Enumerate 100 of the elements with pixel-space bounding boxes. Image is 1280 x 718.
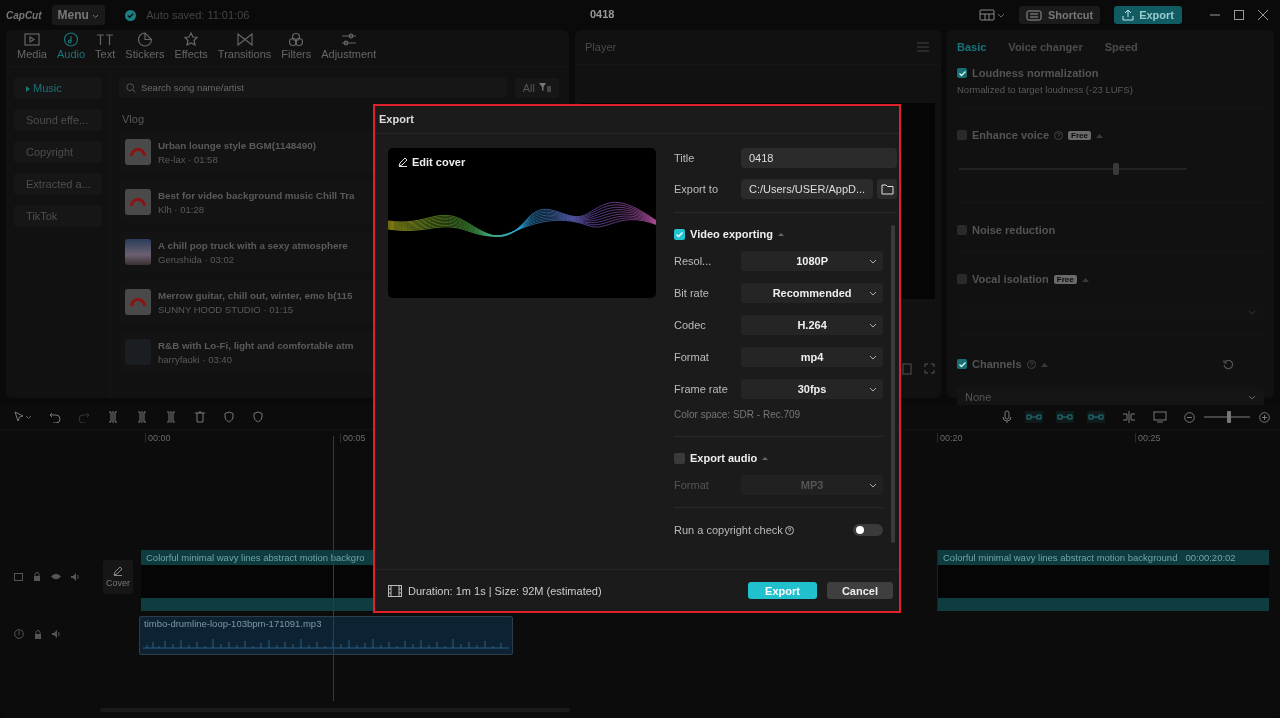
keyboard-icon <box>1025 9 1042 21</box>
properties-tab[interactable]: Speed <box>1104 41 1138 53</box>
setting-label: Frame rate <box>674 383 729 395</box>
preview-icon[interactable] <box>1153 411 1167 423</box>
speaker-icon[interactable] <box>71 572 80 581</box>
text-field[interactable]: 0418 <box>741 148 898 168</box>
checkbox[interactable] <box>957 225 967 235</box>
sidebar-item[interactable]: Copyright <box>14 141 102 163</box>
maximize-icon[interactable] <box>1234 10 1244 20</box>
track-title: A chill pop truck with a sexy atmosphere <box>158 239 348 251</box>
library-tab[interactable]: Effects <box>169 32 213 66</box>
folder-button[interactable] <box>877 179 898 199</box>
zoom-thumb[interactable] <box>1227 411 1232 423</box>
shortcut-button[interactable]: Shortcut <box>1018 6 1101 24</box>
zoom-out-icon[interactable] <box>1184 411 1195 423</box>
dropdown[interactable]: mp4 <box>741 347 884 367</box>
audio-clip[interactable]: timbo-drumline-loop-103bpm-171091.mp3 <box>139 616 513 655</box>
dropdown[interactable]: 1080P <box>741 251 884 271</box>
properties-tab[interactable]: Basic <box>957 41 987 53</box>
dropdown[interactable]: 30fps <box>741 379 884 399</box>
lock-icon[interactable] <box>34 629 42 639</box>
library-tab[interactable]: Text <box>90 32 121 66</box>
speaker-icon[interactable] <box>52 630 61 638</box>
dropdown[interactable]: Recommended <box>741 283 884 303</box>
checkbox[interactable] <box>957 274 967 284</box>
link-icon[interactable] <box>1087 411 1105 423</box>
library-tab[interactable]: Filters <box>276 32 317 66</box>
chevron-down-icon <box>869 482 878 488</box>
track-meta: Re-lax · 01:58 <box>158 153 219 165</box>
split-icon[interactable] <box>136 411 148 423</box>
lock-icon[interactable] <box>33 572 41 581</box>
text-field[interactable]: C:/Users/USER/AppD... <box>741 179 874 199</box>
fullscreen-icon[interactable] <box>924 363 935 374</box>
checkbox[interactable] <box>957 359 967 369</box>
chevron-down-icon <box>1248 394 1256 400</box>
sidebar-item[interactable]: Sound effe... <box>14 109 102 131</box>
dropdown[interactable]: H.264 <box>741 315 884 335</box>
checkbox[interactable] <box>957 130 967 140</box>
pencil-icon <box>398 157 408 167</box>
split-icon[interactable] <box>107 411 119 423</box>
text-icon <box>96 32 115 47</box>
shield-icon[interactable] <box>223 411 235 423</box>
slider-thumb[interactable] <box>1113 163 1120 175</box>
split-icon[interactable] <box>165 411 177 423</box>
split-view-icon[interactable] <box>1122 411 1136 423</box>
library-tab[interactable]: Stickers <box>120 32 170 66</box>
caret-icon[interactable] <box>1095 132 1103 138</box>
help-icon[interactable] <box>784 525 794 535</box>
checkbox[interactable] <box>674 452 685 464</box>
video-clip[interactable]: Colorful minimal wavy lines abstract motion background 00:00:20:02 <box>937 550 1269 611</box>
pointer-icon[interactable] <box>14 411 32 423</box>
library-tab[interactable]: Adjustment <box>316 32 382 66</box>
edit-cover-button[interactable]: Edit cover <box>398 156 466 168</box>
eye-icon[interactable] <box>51 573 61 580</box>
library-tab[interactable]: Audio <box>51 32 91 66</box>
toggle-switch[interactable] <box>853 524 884 536</box>
cover-button[interactable]: Cover <box>103 560 133 594</box>
film-icon <box>388 584 402 597</box>
properties-tab[interactable]: Voice changer <box>1008 41 1083 53</box>
search-field[interactable]: Search song name/artist <box>119 77 507 98</box>
track-title: R&B with Lo-Fi, light and comfortable atm <box>158 339 354 351</box>
folder-icon <box>880 183 894 195</box>
export-button[interactable]: Export <box>1114 6 1182 24</box>
sidebar-item[interactable]: Music <box>14 77 102 99</box>
redo-icon[interactable] <box>78 411 90 423</box>
dialog-title: Export <box>375 106 899 134</box>
microphone-icon[interactable] <box>1002 410 1012 424</box>
close-icon[interactable] <box>1258 10 1268 20</box>
filter-button[interactable]: All <box>514 77 559 98</box>
export-button[interactable]: Export <box>748 582 817 599</box>
library-tab[interactable]: Media <box>12 32 52 66</box>
autosave-status: Auto saved: 11:01:06 <box>146 9 250 21</box>
caret-icon[interactable] <box>1081 276 1089 282</box>
cancel-button[interactable]: Cancel <box>826 582 893 599</box>
option-label: Loudness normalization <box>972 67 1099 79</box>
undo-icon[interactable] <box>49 411 61 423</box>
scrollbar[interactable] <box>891 225 896 543</box>
clip-label: timbo-drumline-loop-103bpm-171091.mp3 <box>143 617 323 630</box>
field-label: Export to <box>674 183 720 195</box>
library-tab[interactable]: Transitions <box>212 32 277 66</box>
track-title: Merrow guitar, chill out, winter, emo b(115 <box>158 289 353 301</box>
ratio-icon[interactable] <box>902 363 912 375</box>
reset-icon[interactable] <box>1223 358 1234 370</box>
link-icon[interactable] <box>1056 411 1074 423</box>
delete-icon[interactable] <box>194 411 206 423</box>
checkbox[interactable] <box>674 228 685 240</box>
caret-icon[interactable] <box>777 232 784 236</box>
arc-logo-icon <box>130 298 146 306</box>
caret-icon[interactable] <box>762 456 769 460</box>
track-meta: Gerushida · 03:02 <box>158 253 236 265</box>
video-track-icon <box>14 572 23 581</box>
zoom-in-icon[interactable] <box>1259 411 1270 423</box>
checkbox[interactable] <box>957 68 967 78</box>
link-icon[interactable] <box>1025 411 1043 423</box>
shield-icon[interactable] <box>252 411 264 423</box>
chevron-down-icon <box>869 386 878 392</box>
layout-icon[interactable] <box>978 9 1005 21</box>
menu-button[interactable]: Menu <box>51 5 106 25</box>
caret-icon[interactable] <box>1040 361 1048 367</box>
upload-icon <box>1122 9 1135 21</box>
